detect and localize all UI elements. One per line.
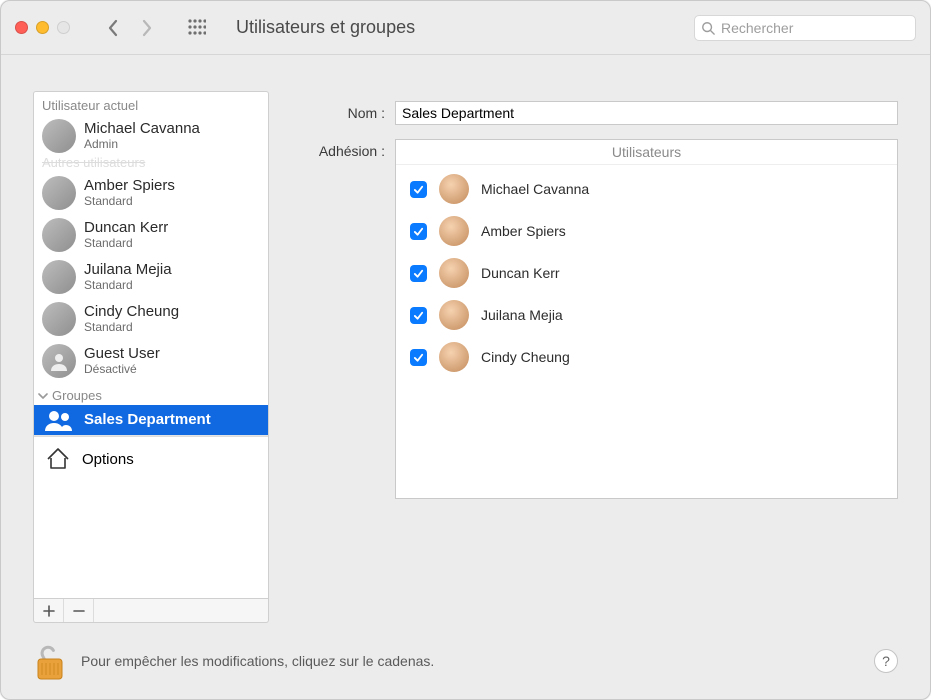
member-name: Michael Cavanna bbox=[481, 181, 589, 197]
traffic-lights bbox=[15, 21, 70, 34]
members-column-header: Utilisateurs bbox=[396, 140, 897, 165]
remove-user-button[interactable] bbox=[64, 599, 94, 622]
search-icon bbox=[701, 21, 715, 35]
checkbox-checked[interactable] bbox=[410, 265, 427, 282]
user-role: Standard bbox=[84, 321, 179, 335]
lock-text: Pour empêcher les modifications, cliquez… bbox=[81, 653, 434, 669]
user-name: Amber Spiers bbox=[84, 177, 175, 194]
users-sidebar: Utilisateur actuel Michael Cavanna Admin… bbox=[33, 91, 269, 599]
avatar bbox=[42, 176, 76, 210]
user-role: Standard bbox=[84, 279, 172, 293]
back-button[interactable] bbox=[96, 14, 130, 42]
name-label: Nom : bbox=[287, 101, 385, 121]
user-role: Admin bbox=[84, 138, 200, 152]
user-name: Michael Cavanna bbox=[84, 120, 200, 137]
sidebar-item-user[interactable]: Amber Spiers Standard bbox=[34, 172, 268, 214]
member-name: Juilana Mejia bbox=[481, 307, 563, 323]
group-name: Sales Department bbox=[84, 411, 211, 428]
avatar bbox=[439, 342, 469, 372]
user-role: Désactivé bbox=[84, 363, 160, 377]
zoom-window-button-disabled bbox=[57, 21, 70, 34]
lock-open-icon bbox=[33, 643, 67, 681]
member-row[interactable]: Juilana Mejia bbox=[406, 297, 887, 333]
footer: Pour empêcher les modifications, cliquez… bbox=[33, 641, 898, 681]
sidebar-item-current-user[interactable]: Michael Cavanna Admin bbox=[34, 115, 268, 157]
avatar bbox=[42, 302, 76, 336]
member-name: Duncan Kerr bbox=[481, 265, 560, 281]
window-title: Utilisateurs et groupes bbox=[236, 17, 415, 38]
members-box: Utilisateurs Michael Cavanna Amber Spier… bbox=[395, 139, 898, 499]
show-all-prefs-button[interactable] bbox=[182, 14, 212, 42]
plus-icon bbox=[43, 605, 55, 617]
group-name-input[interactable] bbox=[395, 101, 898, 125]
avatar bbox=[439, 258, 469, 288]
chevron-down-icon bbox=[38, 391, 48, 401]
minimize-window-button[interactable] bbox=[36, 21, 49, 34]
user-role: Standard bbox=[84, 195, 175, 209]
titlebar: Utilisateurs et groupes Rechercher bbox=[1, 1, 930, 55]
member-row[interactable]: Duncan Kerr bbox=[406, 255, 887, 291]
user-name: Cindy Cheung bbox=[84, 303, 179, 320]
member-row[interactable]: Michael Cavanna bbox=[406, 171, 887, 207]
add-user-button[interactable] bbox=[34, 599, 64, 622]
member-name: Amber Spiers bbox=[481, 223, 566, 239]
section-other-users-muted: Autres utilisateurs bbox=[34, 155, 268, 172]
search-input[interactable]: Rechercher bbox=[694, 15, 916, 41]
sidebar-item-group-selected[interactable]: Sales Department bbox=[34, 405, 268, 435]
sidebar-item-guest[interactable]: Guest User Désactivé bbox=[34, 340, 268, 382]
minus-icon bbox=[73, 605, 85, 617]
user-name: Juilana Mejia bbox=[84, 261, 172, 278]
detail-pane: Nom : Adhésion : Utilisateurs Michael Ca… bbox=[287, 91, 898, 623]
search-placeholder: Rechercher bbox=[721, 20, 793, 36]
section-groups[interactable]: Groupes bbox=[34, 382, 268, 405]
sidebar-item-user[interactable]: Juilana Mejia Standard bbox=[34, 256, 268, 298]
user-role: Standard bbox=[84, 237, 168, 251]
user-name: Guest User bbox=[84, 345, 160, 362]
checkbox-checked[interactable] bbox=[410, 349, 427, 366]
avatar bbox=[439, 300, 469, 330]
options-label: Options bbox=[82, 451, 134, 468]
sidebar-item-user[interactable]: Cindy Cheung Standard bbox=[34, 298, 268, 340]
forward-button[interactable] bbox=[130, 14, 164, 42]
sidebar-controls bbox=[33, 599, 269, 623]
help-button[interactable]: ? bbox=[874, 649, 898, 673]
section-current-user: Utilisateur actuel bbox=[34, 92, 268, 115]
avatar bbox=[439, 174, 469, 204]
member-row[interactable]: Amber Spiers bbox=[406, 213, 887, 249]
avatar bbox=[42, 218, 76, 252]
sidebar-item-user[interactable]: Duncan Kerr Standard bbox=[34, 214, 268, 256]
avatar bbox=[42, 119, 76, 153]
close-window-button[interactable] bbox=[15, 21, 28, 34]
section-groups-label: Groupes bbox=[52, 388, 102, 403]
house-icon bbox=[44, 445, 72, 473]
lock-button[interactable] bbox=[33, 641, 69, 681]
member-row[interactable]: Cindy Cheung bbox=[406, 339, 887, 375]
checkbox-checked[interactable] bbox=[410, 307, 427, 324]
group-icon bbox=[42, 409, 76, 431]
avatar bbox=[42, 260, 76, 294]
avatar bbox=[439, 216, 469, 246]
members-label: Adhésion : bbox=[287, 139, 385, 159]
preferences-window: Utilisateurs et groupes Rechercher Utili… bbox=[0, 0, 931, 700]
avatar-guest-icon bbox=[42, 344, 76, 378]
user-name: Duncan Kerr bbox=[84, 219, 168, 236]
checkbox-checked[interactable] bbox=[410, 223, 427, 240]
login-options-button[interactable]: Options bbox=[34, 436, 268, 481]
checkbox-checked[interactable] bbox=[410, 181, 427, 198]
help-label: ? bbox=[882, 653, 890, 669]
nav-arrows bbox=[96, 14, 164, 42]
member-name: Cindy Cheung bbox=[481, 349, 570, 365]
